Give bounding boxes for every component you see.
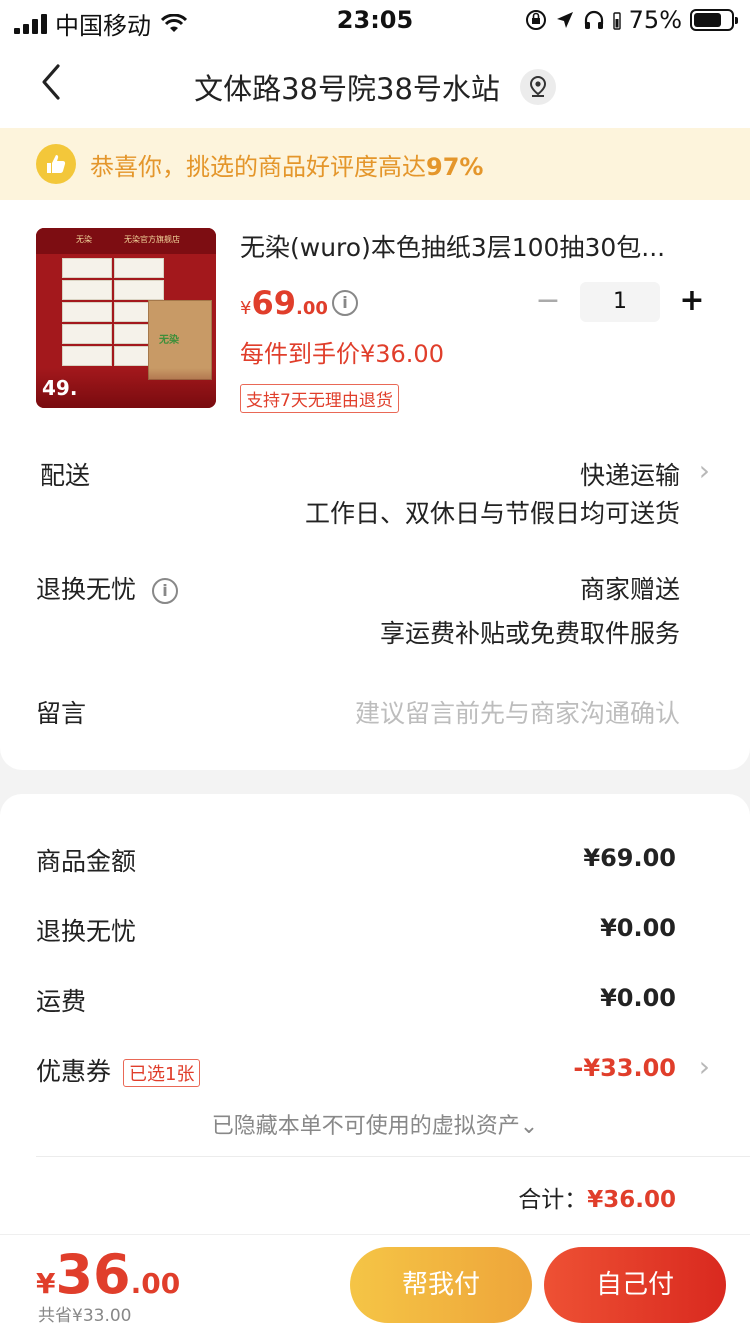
image-store-label: 无染官方旗舰店 [124,235,180,244]
product-image[interactable]: 无染 无染官方旗舰店 无染 49. [36,228,216,408]
checkout-price-integer: 36 [55,1243,131,1306]
nav-bar: 文体路38号院38号水站 [0,40,750,128]
location-arrow-icon [556,12,573,28]
status-right-icons: 75% [525,6,738,34]
tissue-packs-graphic [62,258,164,378]
checkout-currency: ¥ [36,1267,56,1300]
delivery-detail: 工作日、双休日与节假日均可送货 [304,499,680,528]
exchange-label: 退换无忧 [36,575,137,604]
thumbs-up-icon [36,144,76,184]
help-pay-button[interactable]: 帮我付 [350,1247,532,1323]
shipping-value: ¥0.00 [600,984,676,1012]
box-logo: 无染 [159,335,179,346]
location-pin-icon[interactable] [519,69,556,105]
address-title: 文体路38号院38号水站 [194,72,500,106]
saved-amount: 共省¥33.00 [38,1306,132,1326]
coupon-selected-badge: 已选1张 [123,1059,201,1087]
coupon-label: 优惠券 [36,1057,112,1086]
message-label: 留言 [36,699,87,728]
nav-title[interactable]: 文体路38号院38号水站 [0,66,750,108]
quantity-input[interactable]: 1 [580,282,660,322]
price-integer: 69 [251,284,296,322]
quantity-stepper: − 1 + [526,282,714,322]
price-info-icon[interactable]: i [332,290,358,316]
image-price-label: 49. [42,376,78,400]
order-card: 无染 无染官方旗舰店 无染 49. 无染(wuro)本色抽纸3层100抽30包.… [0,200,750,770]
increase-quantity-button[interactable]: + [670,282,714,322]
self-pay-button[interactable]: 自己付 [544,1247,726,1323]
orientation-lock-icon [525,10,546,30]
shipping-label: 运费 [36,987,87,1016]
exchange-fee-label: 退换无忧 [36,917,137,946]
return-policy-badge: 支持7天无理由退货 [240,384,399,413]
goods-amount-value: ¥69.00 [583,844,676,872]
banner-message: 恭喜你，挑选的商品好评度高达 [90,152,426,181]
delivery-method[interactable]: 快递运输 [580,456,680,492]
checkout-price: ¥ 36 .00 [36,1243,180,1306]
exchange-value: 商家赠送 [579,575,680,604]
small-battery-icon [612,12,621,30]
coupon-row[interactable]: 优惠券 已选1张 [36,1052,201,1088]
delivery-label: 配送 [40,461,91,490]
coupon-chevron-icon[interactable]: › [699,1050,710,1083]
coupon-discount-value[interactable]: -¥33.00 [573,1054,676,1082]
product-price: ¥ 69 .00 [240,284,328,322]
delivery-chevron-icon[interactable]: › [699,454,710,487]
total-value: ¥36.00 [587,1187,676,1213]
battery-icon [690,9,738,31]
decrease-quantity-button[interactable]: − [526,282,570,322]
image-brand-label: 无染 [76,235,92,244]
checkout-price-decimal: .00 [130,1267,181,1300]
price-summary-card: 商品金额 ¥69.00 退换无忧 ¥0.00 运费 ¥0.00 优惠券 已选1张 … [0,794,750,1234]
banner-percent: 97% [426,152,484,181]
exchange-fee-value: ¥0.00 [600,914,676,942]
total-label: 合计： [518,1187,588,1213]
exchange-info-icon[interactable]: i [152,578,179,604]
rating-banner: 恭喜你，挑选的商品好评度高达97% [0,128,750,200]
product-title[interactable]: 无染(wuro)本色抽纸3层100抽30包... [240,228,720,264]
status-bar: 中国移动 23:05 75% [0,0,750,40]
message-input[interactable]: 建议留言前先与商家沟通确认 [355,694,680,730]
exchange-detail: 享运费补贴或免费取件服务 [379,619,680,648]
price-decimal: .00 [295,298,328,319]
checkout-bar: ¥ 36 .00 共省¥33.00 帮我付 自己付 [0,1234,750,1334]
product-image-banner: 无染 无染官方旗舰店 [36,228,216,254]
exchange-row-label: 退换无忧 i [36,570,179,606]
battery-percent: 75% [628,6,682,34]
price-currency: ¥ [240,298,252,319]
goods-amount-label: 商品金额 [36,847,137,876]
summary-divider [36,1156,750,1157]
battery-level [694,13,721,27]
total-line: 合计：¥36.00 [518,1180,676,1214]
headphones-icon [584,10,603,29]
banner-text: 恭喜你，挑选的商品好评度高达97% [90,147,483,182]
final-price: 每件到手价¥36.00 [240,340,444,368]
hidden-assets-toggle[interactable]: 已隐藏本单不可使用的虚拟资产⌄ [0,1108,750,1140]
